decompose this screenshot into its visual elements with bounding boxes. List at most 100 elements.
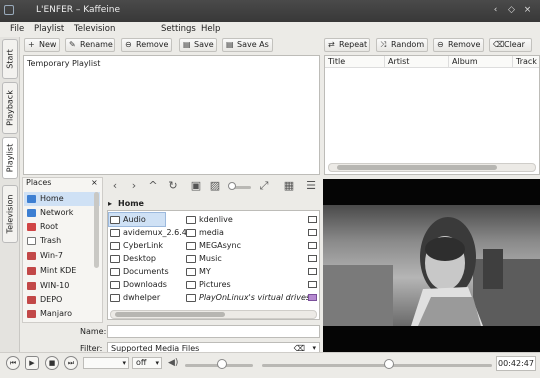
place-trash[interactable]: Trash bbox=[24, 234, 100, 248]
file-cyberlink[interactable]: CyberLink bbox=[109, 239, 163, 252]
expand-icon[interactable]: ⤢ bbox=[258, 180, 270, 192]
file-documents[interactable]: Documents bbox=[109, 265, 169, 278]
column-track[interactable]: Track bbox=[513, 56, 540, 68]
playlist-list[interactable]: Temporary Playlist bbox=[23, 55, 320, 175]
reload-icon[interactable]: ↻ bbox=[167, 180, 179, 192]
thumbnail-icon[interactable]: ▨ bbox=[209, 180, 221, 192]
menu-playlist[interactable]: Playlist bbox=[34, 24, 64, 34]
clear-button-label: Clear bbox=[504, 40, 525, 49]
minus-icon: ⊖ bbox=[125, 40, 132, 49]
file-label: kdenlive bbox=[199, 215, 233, 224]
folder-icon[interactable] bbox=[308, 255, 317, 262]
place-root[interactable]: Root bbox=[24, 220, 100, 234]
folder-icon[interactable] bbox=[308, 242, 317, 249]
tab-start[interactable]: Start bbox=[2, 39, 18, 79]
menu-file[interactable]: File bbox=[10, 24, 24, 34]
close-icon[interactable]: × bbox=[522, 5, 533, 16]
place-depo[interactable]: DEPO bbox=[24, 293, 100, 307]
file-list-scrollbar[interactable] bbox=[110, 310, 317, 319]
folder-icon[interactable] bbox=[308, 268, 317, 275]
file-megasync[interactable]: MEGAsync bbox=[185, 239, 241, 252]
file-audio[interactable]: Audio bbox=[108, 212, 166, 227]
remove-playlist-button[interactable]: ⊖ Remove bbox=[121, 38, 172, 52]
audio-channel-combo[interactable]: ▾ bbox=[83, 357, 129, 369]
list-item[interactable]: Temporary Playlist bbox=[27, 59, 100, 68]
play-pause-button[interactable]: ▶ bbox=[25, 356, 39, 370]
file-pictures[interactable]: Pictures bbox=[185, 278, 231, 291]
track-list[interactable]: Title Artist Album Track bbox=[324, 55, 540, 175]
next-icon[interactable]: ⏭ bbox=[64, 356, 78, 370]
seek-slider-knob[interactable] bbox=[383, 359, 394, 369]
file-avidemux[interactable]: avidemux_2.6.4 bbox=[109, 226, 187, 239]
places-title: Places bbox=[26, 178, 52, 187]
up-icon[interactable]: ^ bbox=[147, 180, 159, 192]
close-icon[interactable]: × bbox=[91, 178, 98, 187]
minimize-icon[interactable]: ‹ bbox=[490, 5, 501, 16]
folder-icon[interactable] bbox=[308, 229, 317, 236]
file-label: PlayOnLinux's virtual drives bbox=[199, 293, 311, 302]
save-as-button[interactable]: ▤ Save As bbox=[222, 38, 273, 52]
rename-button[interactable]: ✎ Rename bbox=[65, 38, 115, 52]
menu-settings[interactable]: Settings bbox=[161, 24, 196, 34]
seek-slider[interactable] bbox=[262, 364, 492, 367]
places-scrollbar[interactable] bbox=[94, 192, 99, 268]
view-mode-icon[interactable]: ▦ bbox=[283, 180, 295, 192]
volume-icon[interactable]: ◀) bbox=[168, 358, 178, 368]
root-folder-icon bbox=[27, 223, 36, 231]
maximize-icon[interactable]: ◇ bbox=[506, 5, 517, 16]
breadcrumb[interactable]: Home bbox=[118, 199, 144, 208]
column-title[interactable]: Title bbox=[325, 56, 385, 68]
scrollbar-thumb[interactable] bbox=[115, 312, 225, 317]
forward-icon[interactable]: › bbox=[128, 180, 140, 192]
place-mint-kde[interactable]: Mint KDE bbox=[24, 264, 100, 278]
file-dwhelper[interactable]: dwhelper bbox=[109, 291, 160, 304]
file-label: MEGAsync bbox=[199, 241, 241, 250]
minus-icon: ⊖ bbox=[437, 40, 444, 49]
stop-icon[interactable]: ■ bbox=[45, 356, 59, 370]
file-media[interactable]: media bbox=[185, 226, 224, 239]
column-album[interactable]: Album bbox=[449, 56, 513, 68]
folder-icon[interactable] bbox=[308, 281, 317, 288]
tab-playback[interactable]: Playback bbox=[2, 82, 18, 134]
folder-icon[interactable] bbox=[308, 294, 317, 301]
menu-television[interactable]: Television bbox=[74, 24, 115, 34]
file-my[interactable]: MY bbox=[185, 265, 211, 278]
file-kdenlive[interactable]: kdenlive bbox=[185, 213, 233, 226]
file-label: Documents bbox=[123, 267, 169, 276]
folder-icon[interactable] bbox=[308, 216, 317, 223]
place-manjaro[interactable]: Manjaro bbox=[24, 307, 100, 321]
clear-button[interactable]: ⌫ Clear bbox=[489, 38, 532, 52]
column-artist[interactable]: Artist bbox=[385, 56, 449, 68]
place-win7[interactable]: Win-7 bbox=[24, 249, 100, 263]
random-button[interactable]: ⤨ Random bbox=[376, 38, 428, 52]
new-button[interactable]: + New bbox=[24, 38, 60, 52]
options-menu-icon[interactable]: ☰ bbox=[305, 180, 317, 192]
time-display[interactable]: 00:42:47 bbox=[496, 356, 536, 371]
preview-icon[interactable]: ▣ bbox=[190, 180, 202, 192]
back-icon[interactable]: ‹ bbox=[109, 180, 121, 192]
place-win10[interactable]: WIN-10 bbox=[24, 279, 100, 293]
scrollbar-thumb[interactable] bbox=[337, 165, 497, 170]
file-music[interactable]: Music bbox=[185, 252, 222, 265]
tab-playlist[interactable]: Playlist bbox=[2, 137, 18, 179]
repeat-button[interactable]: ⇄ Repeat bbox=[324, 38, 370, 52]
file-desktop[interactable]: Desktop bbox=[109, 252, 156, 265]
video-output[interactable] bbox=[323, 179, 540, 352]
track-list-scrollbar[interactable] bbox=[328, 163, 536, 172]
subtitle-combo[interactable]: off ▾ bbox=[132, 357, 162, 369]
previous-icon[interactable]: ⏮ bbox=[6, 356, 20, 370]
folder-icon bbox=[186, 281, 196, 289]
file-downloads[interactable]: Downloads bbox=[109, 278, 167, 291]
save-button[interactable]: ▤ Save bbox=[179, 38, 217, 52]
name-input[interactable] bbox=[107, 325, 320, 338]
place-label: DEPO bbox=[40, 295, 63, 304]
menu-help[interactable]: Help bbox=[201, 24, 220, 34]
file-playonlinux[interactable]: PlayOnLinux's virtual drives bbox=[185, 291, 310, 304]
remove-track-button[interactable]: ⊖ Remove bbox=[433, 38, 484, 52]
place-home[interactable]: Home bbox=[24, 192, 100, 206]
name-label: Name: bbox=[80, 327, 107, 336]
place-network[interactable]: Network bbox=[24, 206, 100, 220]
zoom-slider-knob[interactable] bbox=[228, 182, 236, 190]
tab-playlist-label: Playlist bbox=[5, 143, 15, 173]
tab-television[interactable]: Television bbox=[2, 185, 18, 243]
